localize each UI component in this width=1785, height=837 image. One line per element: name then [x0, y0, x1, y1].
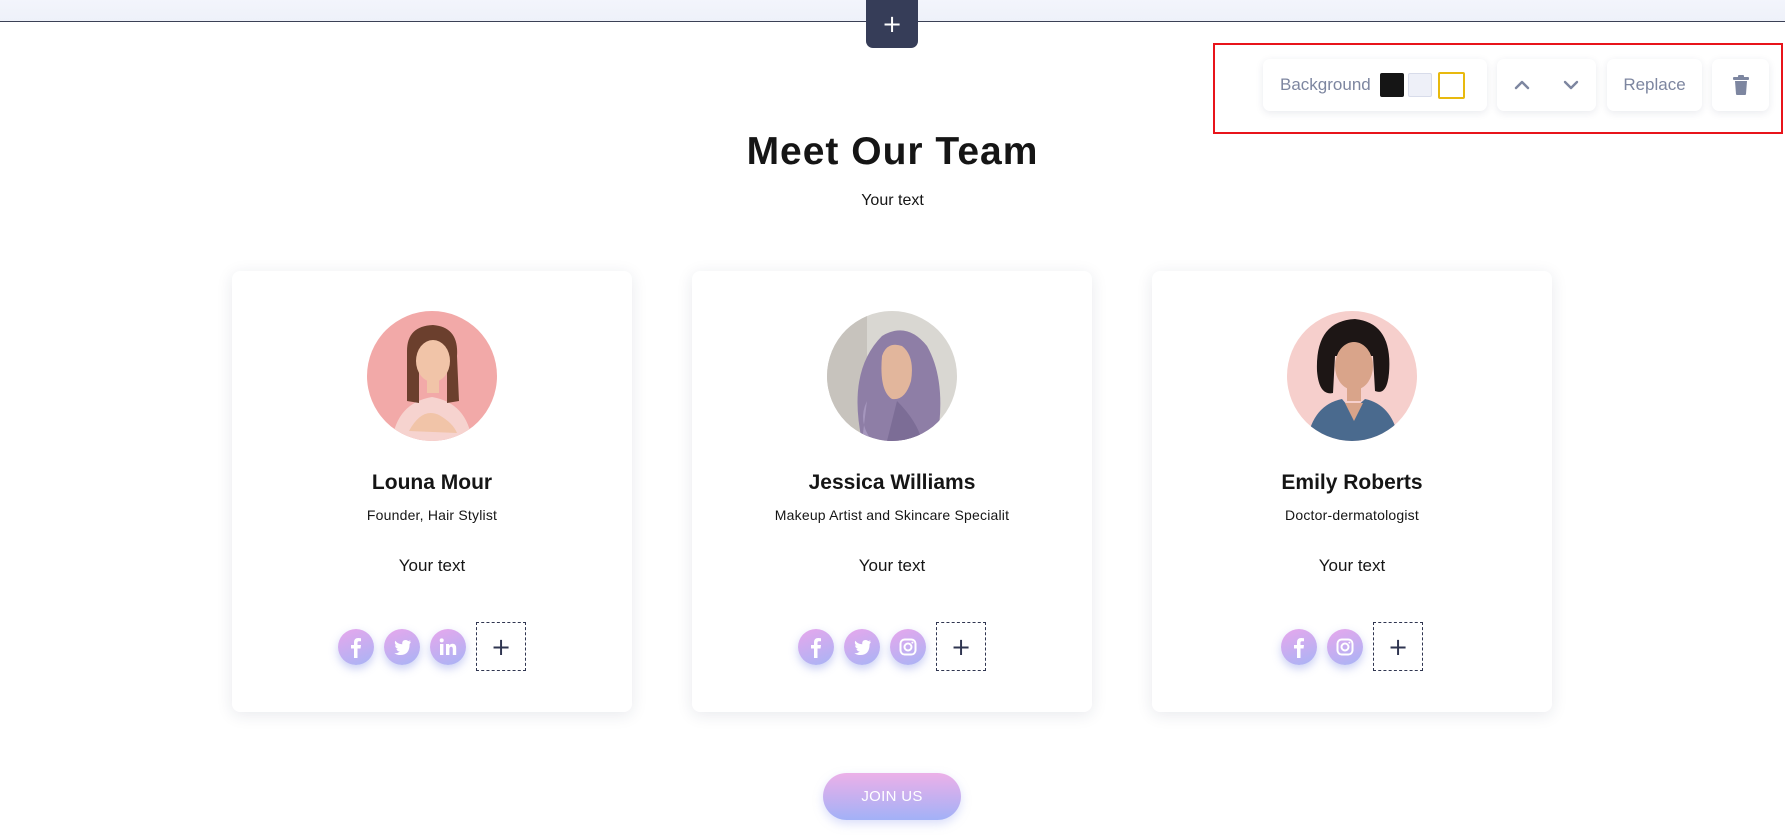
delete-button[interactable] — [1712, 59, 1769, 111]
member-role[interactable]: Founder, Hair Stylist — [232, 507, 632, 523]
member-description[interactable]: Your text — [1152, 556, 1552, 576]
twitter-icon[interactable] — [844, 628, 880, 665]
member-name[interactable]: Jessica Williams — [692, 471, 1092, 495]
add-social-button[interactable]: + — [476, 622, 526, 671]
background-picker: Background — [1263, 59, 1487, 111]
facebook-icon[interactable] — [1281, 628, 1317, 665]
instagram-icon[interactable] — [1327, 628, 1363, 665]
member-description[interactable]: Your text — [692, 556, 1092, 576]
move-down-button[interactable] — [1553, 67, 1589, 103]
member-name[interactable]: Emily Roberts — [1152, 471, 1552, 495]
member-description[interactable]: Your text — [232, 556, 632, 576]
member-role[interactable]: Makeup Artist and Skincare Specialit — [692, 507, 1092, 523]
swatch-white-selected[interactable] — [1437, 71, 1465, 99]
member-role[interactable]: Doctor-dermatologist — [1152, 507, 1552, 523]
add-social-button[interactable]: + — [1373, 622, 1423, 671]
linkedin-icon[interactable] — [430, 628, 466, 665]
avatar[interactable] — [827, 311, 957, 441]
facebook-icon[interactable] — [798, 628, 834, 665]
social-links: + — [1152, 622, 1552, 671]
social-links: + — [692, 622, 1092, 671]
chevron-up-icon — [1514, 80, 1529, 90]
social-links: + — [232, 622, 632, 671]
swatch-black[interactable] — [1379, 73, 1404, 97]
team-card: Emily Roberts Doctor-dermatologist Your … — [1152, 271, 1552, 712]
background-label: Background — [1280, 75, 1371, 94]
add-section-button[interactable]: + — [866, 0, 918, 48]
join-us-button[interactable]: JOIN US — [823, 773, 961, 820]
chevron-down-icon — [1564, 80, 1579, 90]
replace-button[interactable]: Replace — [1607, 59, 1702, 111]
trash-icon — [1732, 75, 1749, 95]
twitter-icon[interactable] — [384, 628, 420, 665]
section-title[interactable]: Meet Our Team — [0, 130, 1785, 174]
add-social-button[interactable]: + — [936, 622, 986, 671]
instagram-icon[interactable] — [890, 628, 926, 665]
move-up-button[interactable] — [1504, 67, 1540, 103]
avatar[interactable] — [1287, 311, 1417, 441]
avatar[interactable] — [367, 311, 497, 441]
facebook-icon[interactable] — [338, 628, 374, 665]
move-controls — [1497, 59, 1596, 111]
team-card: Louna Mour Founder, Hair Stylist Your te… — [232, 271, 632, 712]
member-name[interactable]: Louna Mour — [232, 471, 632, 495]
section-subtitle[interactable]: Your text — [0, 192, 1785, 210]
team-card: Jessica Williams Makeup Artist and Skinc… — [692, 271, 1092, 712]
swatch-light-gray[interactable] — [1407, 73, 1432, 97]
